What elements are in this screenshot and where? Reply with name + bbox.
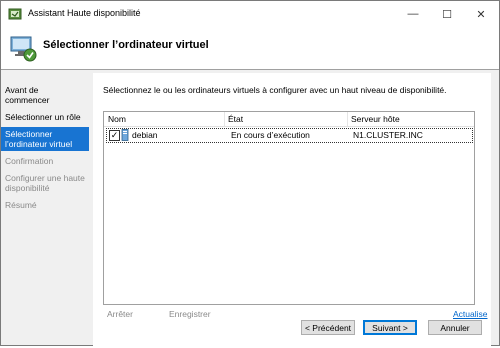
virtual-machine-icon [10, 36, 37, 62]
vm-checkbox[interactable]: ✓ [109, 130, 120, 141]
wizard-header: Sélectionner l’ordinateur virtuel [1, 27, 499, 70]
wizard-window: Assistant Haute disponibilité — ☐ ✕ Séle… [0, 0, 500, 348]
cluster-app-icon [8, 8, 22, 20]
vm-list[interactable]: Nom État Serveur hôte ✓ debian En cours … [103, 111, 475, 305]
instructions-text: Sélectionnez le ou les ordinateurs virtu… [103, 85, 447, 95]
minimize-button[interactable]: — [397, 1, 429, 27]
vm-state: En cours d’exécution [231, 130, 310, 140]
title-bar: Assistant Haute disponibilité — ☐ ✕ [1, 1, 499, 27]
previous-button[interactable]: < Précédent [301, 320, 355, 335]
step-configurer-haute-disponibilite: Configurer une haute disponibilité [5, 173, 85, 193]
content-panel: Sélectionnez le ou les ordinateurs virtu… [93, 73, 491, 348]
step-selectionner-role[interactable]: Sélectionner un rôle [1, 110, 89, 124]
step-resume: Résumé [5, 200, 37, 210]
window-title: Assistant Haute disponibilité [28, 8, 141, 18]
vm-host: N1.CLUSTER.INC [353, 130, 423, 140]
cancel-button[interactable]: Annuler [428, 320, 482, 335]
save-button: Enregistrer [169, 309, 211, 319]
wizard-steps: Avant de commencer Sélectionner un rôle … [1, 83, 89, 283]
vm-icon [121, 129, 129, 141]
step-avant-de-commencer[interactable]: Avant de commencer [1, 83, 89, 107]
vm-list-header: Nom État Serveur hôte [104, 112, 474, 127]
column-header-name[interactable]: Nom [108, 114, 126, 124]
column-header-host[interactable]: Serveur hôte [351, 114, 400, 124]
stop-button: Arrêter [107, 309, 133, 319]
close-button[interactable]: ✕ [465, 1, 497, 27]
column-header-state[interactable]: État [228, 114, 243, 124]
table-row[interactable]: ✓ debian En cours d’exécution N1.CLUSTER… [106, 128, 473, 143]
refresh-link[interactable]: Actualise [453, 309, 488, 319]
maximize-button[interactable]: ☐ [431, 1, 463, 27]
page-title: Sélectionner l’ordinateur virtuel [43, 39, 209, 51]
step-confirmation: Confirmation [5, 156, 54, 166]
next-button[interactable]: Suivant > [363, 320, 417, 335]
step-selectionner-ordinateur-virtuel[interactable]: Sélectionner l’ordinateur virtuel [1, 127, 89, 151]
vm-name: debian [132, 130, 158, 140]
